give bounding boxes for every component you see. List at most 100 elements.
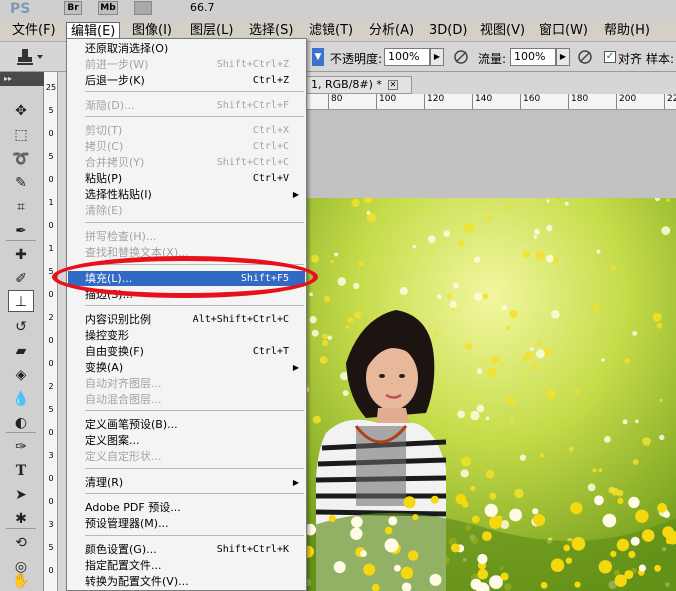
flow-slider-arrow[interactable]: ▶	[556, 48, 570, 66]
menu-item-copy-merged[interactable]: 合并拷贝(Y) Shift+Ctrl+C	[68, 155, 305, 170]
dodge-tool-icon[interactable]: ◐	[8, 412, 34, 434]
path-select-tool-icon[interactable]: ➤	[8, 484, 34, 506]
mode-dropdown-arrow[interactable]: ▼	[312, 48, 324, 66]
menu-item-step-forward[interactable]: 前进一步(W) Shift+Ctrl+Z	[68, 57, 305, 72]
hand-tool-icon[interactable]: ✋	[8, 570, 34, 591]
menu-help[interactable]: 帮助(H)	[600, 22, 654, 40]
horizontal-ruler: 80 100 120 140 160 180 200 220	[306, 94, 676, 110]
menu-item-label: 清理(R)	[85, 476, 124, 489]
menu-item-shortcut: Shift+Ctrl+F	[216, 100, 289, 111]
menu-item-assign-profile[interactable]: 指定配置文件...	[68, 558, 305, 573]
ruler-label: 0	[48, 474, 54, 483]
opacity-input[interactable]: 100%	[384, 48, 430, 66]
clone-stamp-preset-icon[interactable]	[14, 47, 44, 67]
ruler-label: 1	[48, 244, 54, 253]
menu-item-paste[interactable]: 粘贴(P) Ctrl+V	[68, 171, 305, 186]
menu-view[interactable]: 视图(V)	[476, 22, 529, 40]
menu-item-pdf-presets[interactable]: Adobe PDF 预设...	[68, 500, 305, 515]
flow-input[interactable]: 100%	[510, 48, 556, 66]
opacity-slider-arrow[interactable]: ▶	[430, 48, 444, 66]
menu-item-shortcut: Ctrl+V	[252, 173, 289, 184]
crop-tool-icon[interactable]: ⌗	[8, 196, 34, 218]
menu-item-shortcut: Ctrl+T	[252, 346, 289, 357]
pressure-opacity-icon[interactable]	[452, 47, 470, 67]
menu-file[interactable]: 文件(F)	[8, 22, 60, 40]
menu-item-auto-align-layers[interactable]: 自动对齐图层...	[68, 376, 305, 391]
align-checkbox[interactable]: ✓	[604, 51, 616, 63]
menu-item-label: 自由变换(F)	[85, 345, 144, 358]
layout-icon[interactable]	[134, 1, 152, 15]
blur-tool-icon[interactable]: 💧	[8, 388, 34, 410]
ruler-tick	[424, 94, 425, 109]
pen-tool-icon[interactable]: ✑	[8, 436, 34, 458]
bridge-button[interactable]: Br	[64, 1, 82, 15]
menu-item-label: 操控变形	[85, 329, 129, 342]
close-icon[interactable]: ✕	[387, 80, 398, 90]
menu-3d[interactable]: 3D(D)	[425, 22, 471, 40]
menu-item-preset-manager[interactable]: 预设管理器(M)...	[68, 516, 305, 531]
ruler-tick	[664, 94, 665, 109]
shape-tool-icon[interactable]: ✱	[8, 508, 34, 530]
ruler-label: 5	[48, 152, 54, 161]
eraser-tool-icon[interactable]: ▰	[8, 340, 34, 362]
zoom-level[interactable]: 66.7	[190, 1, 215, 14]
menu-item-fade[interactable]: 渐隐(D)... Shift+Ctrl+F	[68, 98, 305, 113]
menu-item-convert-profile[interactable]: 转换为配置文件(V)...	[68, 574, 305, 589]
align-label: 对齐	[618, 52, 643, 66]
menu-item-content-aware-scale[interactable]: 内容识别比例 Alt+Shift+Ctrl+C	[68, 312, 305, 327]
clone-stamp-tool-icon[interactable]: ⊥	[8, 290, 34, 312]
ruler-label: 1	[48, 198, 54, 207]
ruler-label: 0	[48, 221, 54, 230]
menu-item-purge[interactable]: 清理(R) ▶	[68, 475, 305, 490]
menu-item-auto-blend-layers[interactable]: 自动混合图层...	[68, 392, 305, 407]
menu-item-cut[interactable]: 剪切(T) Ctrl+X	[68, 123, 305, 138]
menu-item-puppet-warp[interactable]: 操控变形	[68, 328, 305, 343]
menu-separator	[85, 468, 304, 469]
menu-separator	[85, 116, 304, 117]
ruler-label: 0	[48, 336, 54, 345]
menu-item-define-shape[interactable]: 定义自定形状...	[68, 449, 305, 464]
marquee-tool-icon[interactable]: ⬚	[8, 124, 34, 146]
menu-item-color-settings[interactable]: 颜色设置(G)... Shift+Ctrl+K	[68, 542, 305, 557]
ruler-label: 220	[667, 94, 676, 104]
menu-item-define-pattern[interactable]: 定义图案...	[68, 433, 305, 448]
3d-rotate-tool-icon[interactable]: ⟲	[8, 532, 34, 554]
ruler-label: 100	[379, 94, 397, 104]
paint-bucket-tool-icon[interactable]: ◈	[8, 364, 34, 386]
menu-window[interactable]: 窗口(W)	[535, 22, 592, 40]
menu-item-undo[interactable]: 还原取消选择(O)	[68, 41, 305, 56]
menu-item-label: Adobe PDF 预设...	[85, 501, 181, 514]
eyedropper-tool-icon[interactable]: ✒	[8, 220, 34, 242]
lasso-tool-icon[interactable]: ➰	[8, 148, 34, 170]
healing-brush-tool-icon[interactable]: ✚	[8, 244, 34, 266]
brush-tool-icon[interactable]: ✐	[8, 268, 34, 290]
menu-item-paste-special[interactable]: 选择性粘贴(I) ▶	[68, 187, 305, 202]
menu-item-copy[interactable]: 拷贝(C) Ctrl+C	[68, 139, 305, 154]
history-brush-tool-icon[interactable]: ↺	[8, 316, 34, 338]
ruler-tick	[328, 94, 329, 109]
menu-item-clear[interactable]: 清除(E)	[68, 203, 305, 218]
photoshop-logo: PS	[10, 1, 31, 17]
type-tool-icon[interactable]: T	[8, 460, 34, 482]
menu-item-shortcut: Ctrl+C	[252, 141, 289, 152]
menu-item-label: 颜色设置(G)...	[85, 543, 157, 556]
quick-select-tool-icon[interactable]: ✎	[8, 172, 34, 194]
menu-item-step-backward[interactable]: 后退一步(K) Ctrl+Z	[68, 73, 305, 88]
move-tool-icon[interactable]: ✥	[8, 100, 34, 122]
opacity-label: 不透明度:	[330, 52, 383, 66]
photo-canvas[interactable]	[306, 198, 676, 591]
menu-analysis[interactable]: 分析(A)	[365, 22, 418, 40]
minibridge-button[interactable]: Mb	[98, 1, 118, 15]
menu-item-label: 转换为配置文件(V)...	[85, 575, 189, 588]
menu-item-free-transform[interactable]: 自由变换(F) Ctrl+T	[68, 344, 305, 359]
menu-filter[interactable]: 滤镜(T)	[305, 22, 357, 40]
panel-collapse-icon[interactable]: ▸▸	[0, 72, 44, 86]
ruler-tick	[568, 94, 569, 109]
ruler-label: 2	[48, 382, 54, 391]
airbrush-icon[interactable]	[576, 47, 594, 67]
document-tab[interactable]: 1, RGB/8#) * ✕	[306, 76, 412, 94]
menu-item-spell-check[interactable]: 拼写检查(H)...	[68, 229, 305, 244]
canvas-pasteboard	[306, 110, 676, 198]
menu-item-transform[interactable]: 变换(A) ▶	[68, 360, 305, 375]
menu-item-define-brush[interactable]: 定义画笔预设(B)...	[68, 417, 305, 432]
